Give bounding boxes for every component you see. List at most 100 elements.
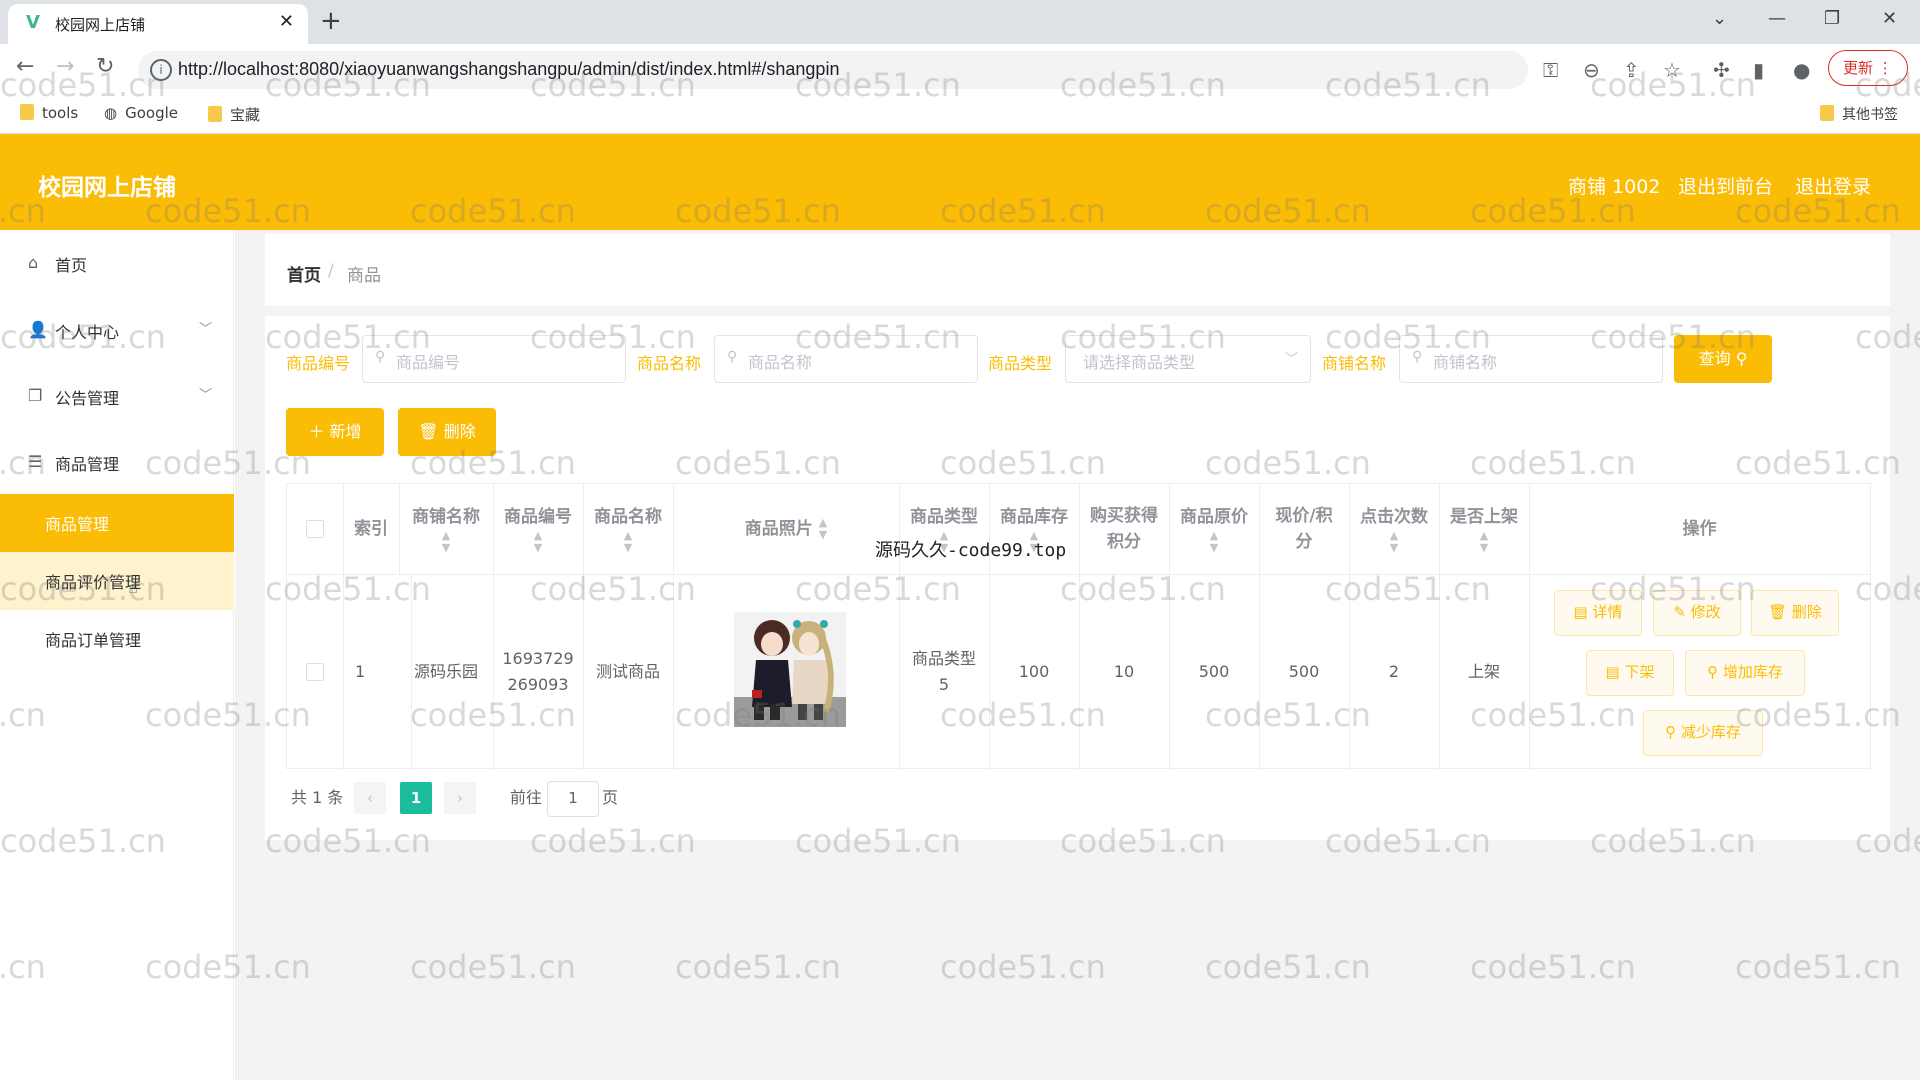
url-field[interactable]: i http://localhost:8080/xiaoyuanwangshan… bbox=[138, 51, 1528, 89]
bookmark-tools[interactable]: tools bbox=[20, 104, 78, 122]
column-header[interactable]: 商铺名称 ▲ ▼ bbox=[399, 484, 494, 575]
pin-icon: ⚲ bbox=[1665, 723, 1677, 741]
search-code-input[interactable]: ⚲ 商品编号 bbox=[362, 335, 626, 383]
sort-icon[interactable]: ▲ ▼ bbox=[534, 530, 542, 554]
sort-icon[interactable]: ▲ ▼ bbox=[1390, 530, 1398, 554]
bookmark-other[interactable]: 其他书签 bbox=[1820, 104, 1898, 124]
sort-icon[interactable]: ▲ ▼ bbox=[819, 517, 827, 541]
tab-search-icon[interactable]: ⌄ bbox=[1712, 8, 1727, 29]
pin-icon: ⚲ bbox=[1707, 663, 1719, 681]
star-icon[interactable]: ☆ bbox=[1663, 58, 1681, 82]
sort-icon[interactable]: ▲ ▼ bbox=[1480, 530, 1488, 554]
submenu-goods-manage[interactable]: 商品管理 bbox=[0, 494, 234, 552]
column-header[interactable]: 商品名称 ▲ ▼ bbox=[583, 484, 674, 575]
page-1-button[interactable]: 1 bbox=[400, 782, 432, 814]
sidebar-item-home[interactable]: ⌂ 首页 bbox=[0, 233, 234, 293]
extensions-icon[interactable]: ✣ bbox=[1713, 58, 1730, 82]
search-label-name: 商品名称 bbox=[637, 354, 702, 373]
file-icon: ▤ bbox=[1605, 663, 1620, 681]
restore-icon[interactable]: ❐ bbox=[1824, 8, 1840, 29]
product-photo[interactable] bbox=[734, 612, 846, 727]
submenu-goods-orders[interactable]: 商品订单管理 bbox=[0, 610, 234, 668]
batch-delete-button[interactable]: 🗑 删除 bbox=[398, 408, 496, 456]
column-header[interactable]: 点击次数 ▲ ▼ bbox=[1349, 484, 1440, 575]
bookmark-label: 其他书签 bbox=[1842, 107, 1898, 123]
sidebar-item-notices[interactable]: ❐ 公告管理 ﹀ bbox=[0, 366, 234, 426]
row-select[interactable] bbox=[287, 574, 344, 770]
update-button[interactable]: 更新 ⋮ bbox=[1828, 50, 1908, 86]
shop-name: 商铺 1002 bbox=[1568, 176, 1661, 198]
back-icon[interactable]: ← bbox=[16, 54, 34, 79]
new-tab-button[interactable]: + bbox=[320, 6, 342, 36]
url-text: http://localhost:8080/xiaoyuanwangshangs… bbox=[178, 59, 840, 79]
delete-button[interactable]: 🗑 删除 bbox=[1751, 590, 1839, 636]
add-stock-button[interactable]: ⚲ 增加库存 bbox=[1685, 650, 1805, 696]
sidebar: ⌂ 首页 👤 个人中心 ﹀ ❐ 公告管理 ﹀ ☰ 商品管理 商品管理 商品评价管… bbox=[0, 230, 234, 1080]
delete-label: 删除 bbox=[443, 422, 476, 441]
folder-icon bbox=[208, 106, 222, 122]
off-shelf-button[interactable]: ▤ 下架 bbox=[1586, 650, 1674, 696]
next-page-button[interactable]: › bbox=[444, 782, 476, 814]
bookmark-treasure[interactable]: 宝藏 bbox=[208, 104, 260, 125]
search-type-select[interactable]: 请选择商品类型 ﹀ bbox=[1065, 335, 1311, 383]
forward-icon[interactable]: → bbox=[56, 54, 74, 79]
home-icon: ⌂ bbox=[28, 253, 39, 272]
table-cell: 上架 bbox=[1439, 574, 1530, 770]
close-window-icon[interactable]: ✕ bbox=[1882, 8, 1897, 29]
sidebar-item-goods[interactable]: ☰ 商品管理 bbox=[0, 432, 234, 492]
add-button[interactable]: ＋ 新增 bbox=[286, 408, 384, 456]
select-all-checkbox[interactable] bbox=[306, 520, 324, 538]
header-label: 商品名称 bbox=[594, 507, 662, 527]
detail-button[interactable]: ▤ 详情 bbox=[1554, 590, 1642, 636]
column-header[interactable]: 商品照片 ▲ ▼ bbox=[673, 484, 900, 575]
back-to-front-link[interactable]: 退出到前台 bbox=[1678, 172, 1773, 199]
row-checkbox[interactable] bbox=[306, 663, 324, 681]
browser-tab[interactable]: V 校园网上店铺 ✕ bbox=[8, 4, 308, 44]
search-name-input[interactable]: ⚲ 商品名称 bbox=[714, 335, 978, 383]
header-label: 现价/积 分 bbox=[1275, 506, 1333, 552]
column-header[interactable]: 是否上架 ▲ ▼ bbox=[1439, 484, 1530, 575]
sort-icon[interactable]: ▲ ▼ bbox=[624, 530, 632, 554]
sort-icon[interactable]: ▲ ▼ bbox=[442, 530, 450, 554]
key-icon[interactable]: ⚿ bbox=[1543, 58, 1558, 82]
column-header[interactable]: 商品原价 ▲ ▼ bbox=[1169, 484, 1260, 575]
submenu-goods-review[interactable]: 商品评价管理 ☝ bbox=[0, 552, 234, 610]
header-label: 是否上架 bbox=[1450, 507, 1518, 527]
chevron-down-icon: ﹀ bbox=[1284, 352, 1298, 367]
column-header[interactable]: 商品编号 ▲ ▼ bbox=[493, 484, 584, 575]
tab-close-icon[interactable]: ✕ bbox=[279, 11, 294, 32]
cell-orig-price: 500 bbox=[1198, 662, 1230, 681]
prev-page-button[interactable]: ‹ bbox=[354, 782, 386, 814]
logout-link[interactable]: 退出登录 bbox=[1795, 172, 1871, 199]
column-header[interactable]: 购买获得 积分 bbox=[1079, 484, 1170, 575]
reload-icon[interactable]: ↻ bbox=[96, 54, 114, 79]
header-select-all[interactable] bbox=[287, 484, 344, 575]
page-jump-input[interactable]: 1 bbox=[547, 781, 599, 817]
edit-icon: ✎ bbox=[1673, 603, 1686, 621]
share-icon[interactable]: ⇪ bbox=[1623, 58, 1640, 82]
query-button[interactable]: 查询 ⚲ bbox=[1674, 335, 1772, 383]
table-cell: 2 bbox=[1349, 574, 1440, 770]
cell-name: 测试商品 bbox=[595, 662, 660, 681]
profile-icon[interactable]: ● bbox=[1793, 58, 1810, 82]
btn-label: 删除 bbox=[1791, 603, 1822, 621]
search-shop-input[interactable]: ⚲ 商铺名称 bbox=[1399, 335, 1663, 383]
sidebar-item-personal[interactable]: 👤 个人中心 ﹀ bbox=[0, 300, 234, 360]
copy-icon: ❐ bbox=[28, 386, 43, 405]
bookmark-google[interactable]: ◍ Google bbox=[104, 104, 178, 122]
breadcrumb-home[interactable]: 首页 bbox=[287, 261, 321, 286]
sort-icon[interactable]: ▲ ▼ bbox=[1210, 530, 1218, 554]
table-cell: 商品类型 5 bbox=[899, 574, 990, 770]
sidebar-item-label: 个人中心 bbox=[55, 323, 120, 342]
header-label: 点击次数 bbox=[1360, 507, 1428, 527]
zoom-icon[interactable]: ⊖ bbox=[1583, 58, 1600, 82]
trash-icon: 🗑 bbox=[1768, 603, 1788, 621]
minimize-icon[interactable]: — bbox=[1768, 8, 1786, 29]
site-info-icon[interactable]: i bbox=[150, 59, 172, 81]
reduce-stock-button[interactable]: ⚲ 减少库存 bbox=[1643, 710, 1763, 756]
bookmark-label: Google bbox=[125, 104, 178, 122]
column-header[interactable]: 现价/积 分 bbox=[1259, 484, 1350, 575]
cell-cur-price: 500 bbox=[1288, 662, 1320, 681]
edit-button[interactable]: ✎ 修改 bbox=[1653, 590, 1741, 636]
sidepanel-icon[interactable]: ▮ bbox=[1753, 58, 1764, 82]
